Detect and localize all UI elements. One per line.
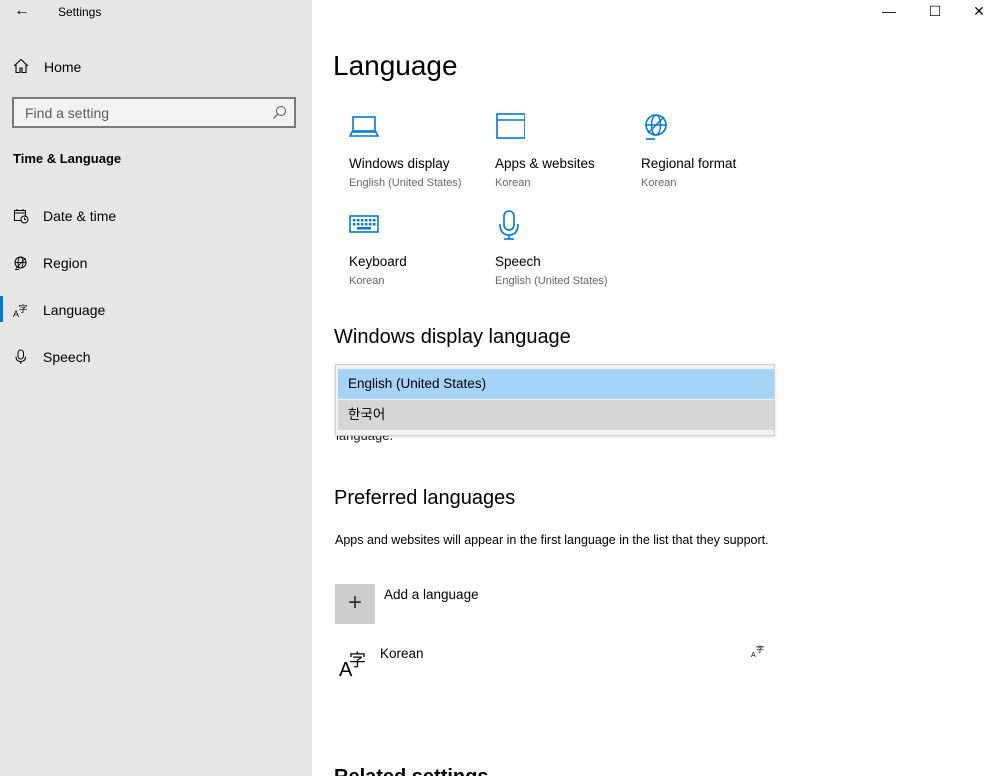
- globe-icon: [645, 114, 667, 140]
- close-button[interactable]: ✕: [956, 0, 996, 24]
- tile-speech[interactable]: Speech English (United States): [495, 210, 640, 300]
- plus-icon: +: [335, 584, 375, 624]
- keyboard-icon: [349, 215, 379, 233]
- sidebar-item-label: Region: [43, 255, 88, 271]
- sidebar-item-label: Date & time: [43, 208, 117, 224]
- tile-regional-format[interactable]: Regional format Korean: [641, 112, 786, 202]
- tile-label: Regional format: [641, 156, 737, 171]
- display-language-feature-icon: A 字: [751, 644, 764, 658]
- svg-text:字: 字: [349, 651, 366, 671]
- tile-value: Korean: [495, 177, 531, 189]
- tile-value: English (United States): [349, 177, 462, 189]
- preferred-languages-description: Apps and websites will appear in the fir…: [335, 533, 769, 547]
- microphone-icon: [499, 210, 519, 240]
- add-language-label: Add a language: [384, 587, 479, 602]
- tile-keyboard[interactable]: Keyboard Korean: [349, 210, 494, 300]
- tile-value: English (United States): [495, 275, 608, 287]
- sidebar-item-home[interactable]: Home: [0, 52, 312, 82]
- page-title: Language: [333, 50, 458, 81]
- section-title: Time & Language: [13, 151, 122, 166]
- tile-apps-websites[interactable]: Apps & websites Korean: [495, 112, 640, 202]
- microphone-icon: [15, 349, 26, 364]
- search-box[interactable]: [12, 97, 296, 128]
- sidebar-item-date-time[interactable]: Date & time: [0, 198, 312, 234]
- laptop-icon: [349, 116, 379, 137]
- preferred-languages-heading: Preferred languages: [334, 487, 516, 509]
- sidebar: ← Settings Home Time & Language Date & t…: [0, 0, 312, 776]
- browser-window-icon: [496, 113, 525, 139]
- svg-text:字: 字: [19, 303, 28, 315]
- svg-text:字: 字: [756, 644, 764, 654]
- tile-label: Keyboard: [349, 254, 407, 269]
- sidebar-item-speech[interactable]: Speech: [0, 339, 312, 375]
- display-language-dropdown[interactable]: English (United States) 한국어: [335, 364, 775, 436]
- add-language-button[interactable]: + Add a language: [335, 584, 635, 624]
- related-settings-heading: Related settings: [334, 766, 488, 776]
- sidebar-item-language[interactable]: A 字 Language: [0, 292, 312, 328]
- tile-label: Apps & websites: [495, 156, 595, 171]
- language-name: Korean: [380, 646, 424, 661]
- language-icon: A 字: [339, 651, 366, 680]
- maximize-button[interactable]: ☐: [912, 0, 958, 24]
- back-button[interactable]: ←: [8, 0, 36, 24]
- search-icon[interactable]: [272, 105, 287, 120]
- tile-value: Korean: [349, 275, 385, 287]
- language-icon: A 字: [13, 303, 28, 318]
- display-language-heading: Windows display language: [334, 326, 571, 348]
- sidebar-item-label: Home: [44, 59, 82, 75]
- search-input[interactable]: [14, 99, 254, 126]
- tile-windows-display[interactable]: Windows display English (United States): [349, 112, 494, 202]
- dropdown-option-korean[interactable]: 한국어: [338, 400, 774, 430]
- sidebar-item-label: Language: [43, 302, 106, 318]
- dropdown-option-english[interactable]: English (United States): [338, 369, 774, 399]
- minimize-button[interactable]: —: [866, 0, 912, 24]
- title-bar: ← Settings: [0, 0, 312, 24]
- calendar-clock-icon: [14, 209, 29, 224]
- home-icon: [13, 58, 29, 74]
- sidebar-item-label: Speech: [43, 349, 91, 365]
- globe-icon: [14, 256, 27, 270]
- app-title: Settings: [58, 5, 102, 19]
- active-indicator: [0, 296, 3, 322]
- tile-label: Windows display: [349, 156, 450, 171]
- tile-value: Korean: [641, 177, 677, 189]
- tile-label: Speech: [495, 254, 541, 269]
- sidebar-item-region[interactable]: Region: [0, 245, 312, 281]
- language-list-item-korean[interactable]: A 字 Korean A 字: [335, 640, 775, 684]
